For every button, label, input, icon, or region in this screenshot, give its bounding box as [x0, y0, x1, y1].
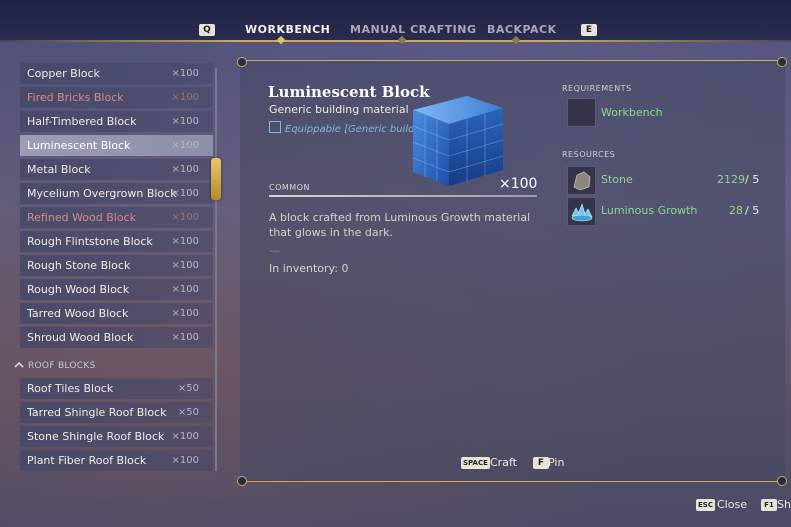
list-item-copper-block[interactable]: Copper Block ×100 [20, 63, 213, 84]
list-item-qty: ×100 [171, 260, 199, 271]
inventory-count: In inventory: 0 [269, 262, 349, 275]
list-item-roof-tiles-block[interactable]: Roof Tiles Block ×50 [20, 378, 213, 399]
resource-luminous-growth-have: 28 [729, 204, 743, 217]
requirements-heading: REQUIREMENTS [562, 84, 632, 93]
list-item-label: Shroud Wood Block [27, 331, 134, 344]
show-button[interactable]: Sh [777, 498, 791, 511]
list-item-stone-shingle-roof-block[interactable]: Stone Shingle Roof Block ×100 [20, 426, 213, 447]
scrollbar-thumb[interactable] [211, 158, 221, 200]
scrollbar-track[interactable] [215, 68, 217, 471]
list-item-qty: ×100 [171, 332, 199, 343]
stone-icon [567, 166, 596, 195]
list-item-label: Refined Wood Block [27, 211, 136, 224]
list-item-label: Half-Timbered Block [27, 115, 137, 128]
list-item-label: Mycelium Overgrown Block [27, 187, 177, 200]
list-item-qty: ×100 [171, 188, 199, 199]
list-item-half-timbered-block[interactable]: Half-Timbered Block ×100 [20, 111, 213, 132]
key-f1-hint: F1 [761, 499, 777, 511]
corner-ornament-icon [237, 476, 247, 486]
key-q-hint: Q [199, 24, 215, 36]
section-roof-blocks[interactable]: ROOF BLOCKS [14, 361, 96, 371]
chevron-up-icon [14, 361, 24, 371]
resource-stone-have: 2129 [717, 173, 745, 186]
list-item-refined-wood-block[interactable]: Refined Wood Block ×100 [20, 207, 213, 228]
tab-workbench[interactable]: WORKBENCH [245, 23, 330, 36]
list-item-qty: ×100 [171, 431, 199, 442]
resource-luminous-growth-label: Luminous Growth [601, 204, 698, 217]
rarity-divider [269, 195, 537, 197]
luminescent-block-icon [412, 96, 504, 186]
list-item-metal-block[interactable]: Metal Block ×100 [20, 159, 213, 180]
list-item-qty: ×100 [171, 236, 199, 247]
list-item-rough-stone-block[interactable]: Rough Stone Block ×100 [20, 255, 213, 276]
pin-button[interactable]: Pin [548, 456, 564, 469]
list-item-label: Rough Stone Block [27, 259, 131, 272]
list-item-qty: ×100 [171, 284, 199, 295]
item-subtitle: Generic building material [269, 103, 409, 116]
list-item-qty: ×100 [171, 68, 199, 79]
list-item-qty: ×100 [171, 116, 199, 127]
close-button[interactable]: Close [717, 498, 747, 511]
workbench-icon [567, 98, 596, 127]
list-item-qty: ×50 [177, 383, 199, 394]
corner-ornament-icon [777, 476, 787, 486]
list-item-luminescent-block[interactable]: Luminescent Block ×100 [20, 135, 213, 156]
list-item-qty: ×100 [171, 140, 199, 151]
resource-stone-label: Stone [601, 173, 633, 186]
resources-heading: RESOURCES [562, 150, 616, 159]
rarity-label: COMMON [269, 183, 310, 192]
key-esc-hint: ESC [696, 499, 715, 511]
list-item-fired-bricks-block[interactable]: Fired Bricks Block ×100 [20, 87, 213, 108]
top-nav-divider [0, 40, 791, 42]
section-label: ROOF BLOCKS [28, 361, 96, 371]
list-item-tarred-shingle-roof-block[interactable]: Tarred Shingle Roof Block ×50 [20, 402, 213, 423]
list-item-label: Fired Bricks Block [27, 91, 124, 104]
list-item-plant-fiber-roof-block[interactable]: Plant Fiber Roof Block ×100 [20, 450, 213, 471]
list-item-qty: ×50 [177, 407, 199, 418]
tab-manual-crafting[interactable]: MANUAL CRAFTING [350, 23, 477, 36]
list-item-label: Plant Fiber Roof Block [27, 454, 147, 467]
list-item-label: Stone Shingle Roof Block [27, 430, 165, 443]
resource-luminous-growth-need: / 5 [745, 204, 760, 217]
list-item-rough-wood-block[interactable]: Rough Wood Block ×100 [20, 279, 213, 300]
list-item-label: Metal Block [27, 163, 91, 176]
craft-quantity: ×100 [499, 176, 538, 192]
item-description: A block crafted from Luminous Growth mat… [269, 211, 531, 239]
list-item-label: Luminescent Block [27, 139, 131, 152]
equip-icon [269, 121, 281, 133]
craft-button[interactable]: Craft [490, 456, 517, 469]
list-item-tarred-wood-block[interactable]: Tarred Wood Block ×100 [20, 303, 213, 324]
corner-ornament-icon [237, 57, 247, 67]
corner-ornament-icon [777, 57, 787, 67]
requirement-workbench: Workbench [601, 106, 663, 119]
list-item-shroud-wood-block[interactable]: Shroud Wood Block ×100 [20, 327, 213, 348]
list-item-label: Roof Tiles Block [27, 382, 114, 395]
list-item-label: Rough Flintstone Block [27, 235, 153, 248]
key-e-hint: E [581, 24, 597, 36]
list-item-label: Tarred Wood Block [27, 307, 129, 320]
list-item-label: Tarred Shingle Roof Block [27, 406, 167, 419]
key-space-hint: SPACE [461, 457, 490, 469]
list-item-label: Copper Block [27, 67, 100, 80]
tab-backpack[interactable]: BACKPACK [487, 23, 557, 36]
list-item-qty: ×100 [171, 164, 199, 175]
list-item-label: Rough Wood Block [27, 283, 130, 296]
list-item-qty: ×100 [171, 212, 199, 223]
list-item-mycelium-overgrown-block[interactable]: Mycelium Overgrown Block ×100 [20, 183, 213, 204]
key-f-hint: F [533, 457, 549, 469]
resource-stone-need: / 5 [745, 173, 760, 186]
list-item-qty: ×100 [171, 92, 199, 103]
description-separator: — [269, 244, 280, 257]
luminous-growth-icon [567, 197, 596, 226]
list-item-qty: ×100 [171, 308, 199, 319]
list-item-qty: ×100 [171, 455, 199, 466]
list-item-rough-flintstone-block[interactable]: Rough Flintstone Block ×100 [20, 231, 213, 252]
